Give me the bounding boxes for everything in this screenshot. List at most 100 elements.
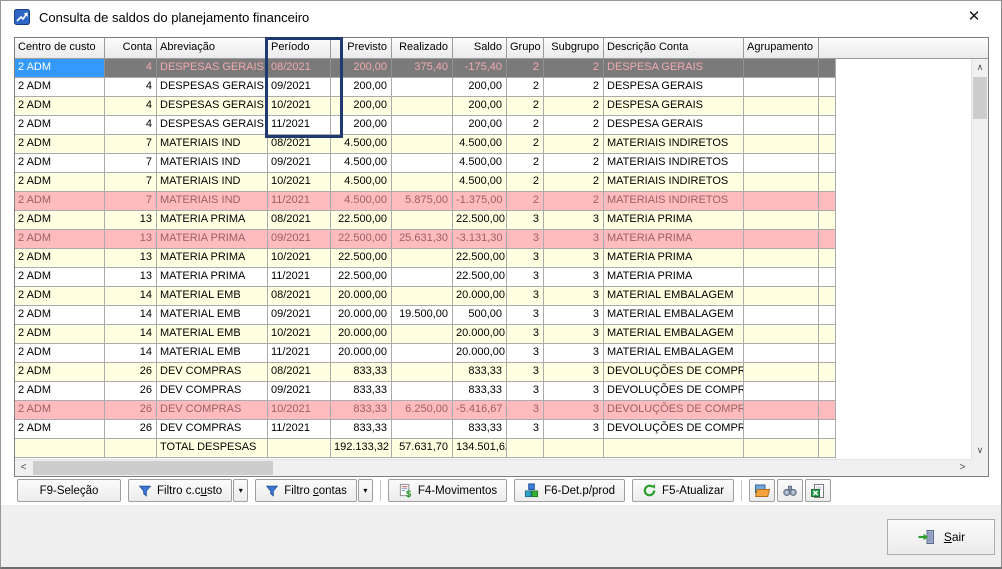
vertical-scroll-thumb[interactable] xyxy=(973,77,987,119)
cell-centro[interactable]: 2 ADM xyxy=(15,97,105,116)
cell-agrupamento[interactable] xyxy=(744,401,819,420)
cell-previsto[interactable]: 833,33 xyxy=(331,363,392,382)
cell-saldo[interactable]: 200,00 xyxy=(453,78,507,97)
cell-grupo[interactable] xyxy=(507,439,544,458)
cell-realizado[interactable] xyxy=(392,173,453,192)
cell-conta[interactable]: 26 xyxy=(105,363,157,382)
cell-saldo[interactable]: 833,33 xyxy=(453,382,507,401)
f6-detail-button[interactable]: F6-Det.p/prod xyxy=(514,479,625,502)
cell-periodo[interactable]: 09/2021 xyxy=(268,78,331,97)
cell-previsto[interactable]: 22.500,00 xyxy=(331,268,392,287)
cell-saldo[interactable]: -175,40 xyxy=(453,59,507,78)
cell-subgrupo[interactable]: 2 xyxy=(544,78,604,97)
cell-conta[interactable]: 7 xyxy=(105,154,157,173)
cell-realizado[interactable]: 19.500,00 xyxy=(392,306,453,325)
scroll-down-arrow-icon[interactable]: ∨ xyxy=(972,442,988,459)
cell-previsto[interactable]: 833,33 xyxy=(331,401,392,420)
vertical-scrollbar[interactable]: ∧ ∨ xyxy=(971,59,988,459)
column-header-agrupamento[interactable]: Agrupamento xyxy=(744,38,819,59)
cell-abrev[interactable]: DEV COMPRAS xyxy=(157,382,268,401)
cell-saldo[interactable]: 833,33 xyxy=(453,363,507,382)
cell-descricao[interactable]: MATERIAIS INDIRETOS xyxy=(604,135,744,154)
cell-grupo[interactable]: 3 xyxy=(507,325,544,344)
cell-realizado[interactable] xyxy=(392,211,453,230)
f9-selecao-button[interactable]: F9-Seleção xyxy=(17,479,121,502)
cell-conta[interactable]: 14 xyxy=(105,344,157,363)
cell-conta[interactable]: 13 xyxy=(105,211,157,230)
cell-agrupamento[interactable] xyxy=(744,154,819,173)
column-header-previsto[interactable]: Previsto xyxy=(331,38,392,59)
f4-movimentos-button[interactable]: $ F4-Movimentos xyxy=(388,479,507,502)
cell-grupo[interactable]: 2 xyxy=(507,192,544,211)
cell-previsto[interactable]: 20.000,00 xyxy=(331,287,392,306)
cell-realizado[interactable] xyxy=(392,154,453,173)
cell-descricao[interactable] xyxy=(604,439,744,458)
cell-saldo[interactable]: 22.500,00 xyxy=(453,249,507,268)
cell-centro[interactable]: 2 ADM xyxy=(15,382,105,401)
cell-abrev[interactable]: DESPESAS GERAIS xyxy=(157,97,268,116)
cell-saldo[interactable]: 20.000,00 xyxy=(453,287,507,306)
cell-conta[interactable]: 4 xyxy=(105,78,157,97)
cell-grupo[interactable]: 3 xyxy=(507,268,544,287)
cell-previsto[interactable]: 20.000,00 xyxy=(331,344,392,363)
cell-agrupamento[interactable] xyxy=(744,306,819,325)
cell-centro[interactable]: 2 ADM xyxy=(15,363,105,382)
scroll-up-arrow-icon[interactable]: ∧ xyxy=(972,59,988,76)
cell-conta[interactable]: 4 xyxy=(105,97,157,116)
cell-periodo[interactable]: 10/2021 xyxy=(268,401,331,420)
cell-periodo[interactable]: 10/2021 xyxy=(268,325,331,344)
filtro-ccusto-button[interactable]: Filtro c.custo xyxy=(128,479,232,502)
table-row[interactable]: 2 ADM14MATERIAL EMB08/202120.000,0020.00… xyxy=(15,287,836,306)
cell-agrupamento[interactable] xyxy=(744,249,819,268)
cell-subgrupo[interactable]: 2 xyxy=(544,59,604,78)
cell-conta[interactable]: 7 xyxy=(105,135,157,154)
cell-descricao[interactable]: MATERIAIS INDIRETOS xyxy=(604,173,744,192)
cell-periodo[interactable]: 11/2021 xyxy=(268,116,331,135)
cell-centro[interactable]: 2 ADM xyxy=(15,401,105,420)
cell-abrev[interactable]: DESPESAS GERAIS xyxy=(157,116,268,135)
cell-agrupamento[interactable] xyxy=(744,268,819,287)
table-row[interactable]: 2 ADM26DEV COMPRAS08/2021833,33833,3333D… xyxy=(15,363,836,382)
table-row[interactable]: 2 ADM7MATERIAIS IND09/20214.500,004.500,… xyxy=(15,154,836,173)
cell-agrupamento[interactable] xyxy=(744,363,819,382)
cell-periodo[interactable]: 09/2021 xyxy=(268,154,331,173)
cell-conta[interactable]: 13 xyxy=(105,249,157,268)
cell-agrupamento[interactable] xyxy=(744,78,819,97)
cell-conta[interactable]: 14 xyxy=(105,306,157,325)
cell-subgrupo[interactable]: 3 xyxy=(544,249,604,268)
export-excel-button[interactable] xyxy=(805,479,831,502)
cell-realizado[interactable] xyxy=(392,344,453,363)
cell-previsto[interactable]: 200,00 xyxy=(331,116,392,135)
cell-periodo[interactable]: 11/2021 xyxy=(268,344,331,363)
cell-grupo[interactable]: 3 xyxy=(507,420,544,439)
cell-agrupamento[interactable] xyxy=(744,97,819,116)
f5-atualizar-button[interactable]: F5-Atualizar xyxy=(632,479,734,502)
cell-agrupamento[interactable] xyxy=(744,230,819,249)
column-header-subgrupo[interactable]: Subgrupo xyxy=(544,38,604,59)
cell-agrupamento[interactable] xyxy=(744,173,819,192)
cell-descricao[interactable]: MATERIAL EMBALAGEM xyxy=(604,325,744,344)
cell-saldo[interactable]: -5.416,67 xyxy=(453,401,507,420)
cell-subgrupo[interactable]: 3 xyxy=(544,325,604,344)
cell-centro[interactable]: 2 ADM xyxy=(15,249,105,268)
table-row[interactable]: 2 ADM13MATERIA PRIMA08/202122.500,0022.5… xyxy=(15,211,836,230)
table-row[interactable]: 2 ADM13MATERIA PRIMA10/202122.500,0022.5… xyxy=(15,249,836,268)
sair-button[interactable]: Sair xyxy=(887,519,995,555)
cell-abrev[interactable]: TOTAL DESPESAS xyxy=(157,439,268,458)
cell-periodo[interactable]: 11/2021 xyxy=(268,268,331,287)
table-row[interactable]: 2 ADM13MATERIA PRIMA11/202122.500,0022.5… xyxy=(15,268,836,287)
cell-conta[interactable]: 26 xyxy=(105,382,157,401)
cell-abrev[interactable]: MATERIAIS IND xyxy=(157,173,268,192)
table-row[interactable]: 2 ADM4DESPESAS GERAIS10/2021200,00200,00… xyxy=(15,97,836,116)
cell-abrev[interactable]: DEV COMPRAS xyxy=(157,420,268,439)
cell-grupo[interactable]: 3 xyxy=(507,401,544,420)
cell-grupo[interactable]: 3 xyxy=(507,363,544,382)
cell-agrupamento[interactable] xyxy=(744,420,819,439)
cell-descricao[interactable]: MATERIAIS INDIRETOS xyxy=(604,192,744,211)
cell-abrev[interactable]: MATERIAIS IND xyxy=(157,192,268,211)
cell-abrev[interactable]: DEV COMPRAS xyxy=(157,401,268,420)
cell-realizado[interactable] xyxy=(392,382,453,401)
cell-saldo[interactable]: 20.000,00 xyxy=(453,325,507,344)
cell-abrev[interactable]: DEV COMPRAS xyxy=(157,363,268,382)
cell-realizado[interactable]: 6.250,00 xyxy=(392,401,453,420)
